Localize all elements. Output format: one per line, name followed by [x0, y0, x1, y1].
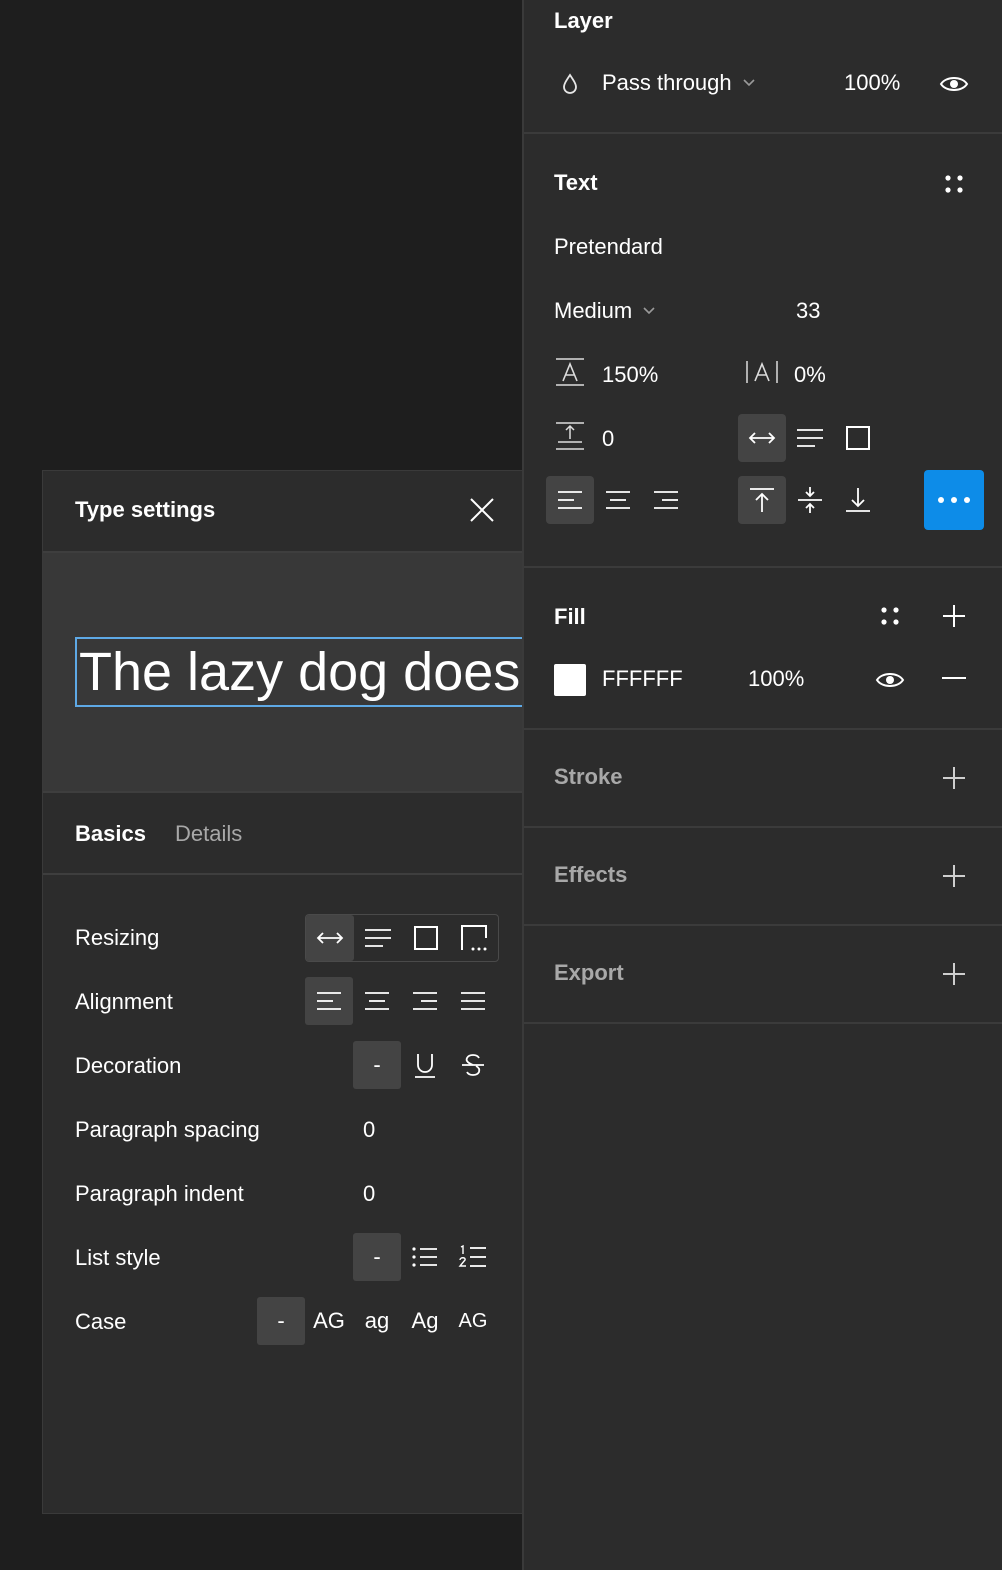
paragraph-spacing-input[interactable]: 0	[602, 426, 614, 452]
case-segmented: - AG ag Ag AG	[257, 1297, 499, 1345]
stroke-section: Stroke	[524, 730, 1002, 828]
align-bottom-button[interactable]	[834, 476, 882, 524]
effects-title: Effects	[554, 862, 628, 887]
blend-mode-value: Pass through	[602, 70, 732, 95]
eye-icon[interactable]	[874, 666, 906, 694]
case-label: Case	[75, 1309, 127, 1334]
auto-height-button[interactable]	[354, 915, 402, 961]
fill-color-swatch[interactable]	[554, 664, 586, 696]
font-weight-value: Medium	[554, 298, 633, 323]
text-styles-icon[interactable]	[942, 172, 966, 196]
chevron-down-icon	[642, 306, 656, 316]
paragraph-spacing-input[interactable]: 0	[363, 1117, 375, 1143]
text-preview-area: The lazy dog doesn't jump	[43, 551, 522, 793]
add-export-icon[interactable]	[942, 962, 966, 986]
fill-section: Fill FFFFFF 100%	[524, 568, 1002, 730]
fill-title: Fill	[554, 604, 586, 629]
list-style-label: List style	[75, 1245, 161, 1270]
alignment-label: Alignment	[75, 989, 173, 1014]
auto-width-button[interactable]	[306, 915, 354, 961]
align-middle-button[interactable]	[786, 476, 834, 524]
chevron-down-icon	[742, 78, 756, 88]
paragraph-indent-input[interactable]: 0	[363, 1181, 375, 1207]
layer-section: Layer Pass through 100%	[524, 0, 1002, 134]
line-height-icon	[554, 356, 586, 388]
type-settings-modal: Type settings The lazy dog doesn't jump …	[42, 470, 522, 1514]
alignment-segmented	[305, 977, 499, 1025]
case-lower-button[interactable]: ag	[353, 1297, 401, 1345]
type-settings-button[interactable]	[924, 470, 984, 530]
fixed-size-button[interactable]	[834, 414, 882, 462]
font-family-dropdown[interactable]: Pretendard	[554, 234, 663, 260]
align-left-button[interactable]	[546, 476, 594, 524]
font-weight-dropdown[interactable]: Medium	[554, 298, 656, 324]
export-section: Export	[524, 926, 1002, 1024]
decoration-label: Decoration	[75, 1053, 182, 1078]
tab-basics[interactable]: Basics	[75, 821, 146, 847]
resizing-label: Resizing	[75, 925, 160, 950]
line-height-input[interactable]: 150%	[602, 362, 658, 388]
letter-spacing-input[interactable]: 0%	[794, 362, 826, 388]
numbered-list-button[interactable]	[449, 1233, 497, 1281]
align-justify-button[interactable]	[449, 977, 497, 1025]
fill-hex-input[interactable]: FFFFFF	[602, 666, 683, 692]
fixed-size-button[interactable]	[402, 915, 450, 961]
add-stroke-icon[interactable]	[942, 766, 966, 790]
decoration-none-button[interactable]: -	[353, 1041, 401, 1089]
list-none-button[interactable]: -	[353, 1233, 401, 1281]
export-title: Export	[554, 960, 624, 985]
list-style-segmented: -	[353, 1233, 499, 1281]
bulleted-list-button[interactable]	[401, 1233, 449, 1281]
underline-button[interactable]	[401, 1041, 449, 1089]
eye-icon[interactable]	[938, 70, 970, 98]
remove-fill-icon[interactable]	[942, 676, 966, 680]
text-preview[interactable]: The lazy dog doesn't jump	[75, 637, 522, 707]
align-top-button[interactable]	[738, 476, 786, 524]
align-center-button[interactable]	[594, 476, 642, 524]
add-fill-icon[interactable]	[942, 604, 966, 628]
auto-height-button[interactable]	[786, 414, 834, 462]
text-section: Text Pretendard Medium 33 150% 0% 0	[524, 134, 1002, 568]
blend-mode-dropdown[interactable]: Pass through	[602, 70, 756, 96]
letter-spacing-icon	[744, 356, 780, 388]
type-settings-tabs: Basics Details	[43, 793, 522, 875]
case-none-button[interactable]: -	[257, 1297, 305, 1345]
blend-mode-icon	[560, 72, 580, 96]
type-settings-title: Type settings	[75, 497, 216, 522]
case-upper-button[interactable]: AG	[305, 1297, 353, 1345]
auto-width-button[interactable]	[738, 414, 786, 462]
layer-title: Layer	[554, 8, 613, 33]
close-icon[interactable]	[469, 497, 495, 523]
align-right-button[interactable]	[642, 476, 690, 524]
tab-details[interactable]: Details	[175, 821, 242, 847]
paragraph-spacing-label: Paragraph spacing	[75, 1117, 260, 1142]
align-right-button[interactable]	[401, 977, 449, 1025]
decoration-segmented: -	[353, 1041, 499, 1089]
fill-opacity-input[interactable]: 100%	[748, 666, 804, 692]
align-center-button[interactable]	[353, 977, 401, 1025]
layer-opacity-input[interactable]: 100%	[844, 70, 900, 96]
paragraph-spacing-icon	[554, 420, 586, 452]
truncate-text-button[interactable]	[450, 915, 498, 961]
properties-panel: Layer Pass through 100% Text Pretendard …	[522, 0, 1002, 1570]
effects-section: Effects	[524, 828, 1002, 926]
case-small-caps-button[interactable]: AG	[449, 1297, 497, 1345]
add-effect-icon[interactable]	[942, 864, 966, 888]
font-size-input[interactable]: 33	[796, 298, 820, 324]
resizing-segmented	[305, 914, 499, 962]
strikethrough-button[interactable]	[449, 1041, 497, 1089]
text-title: Text	[554, 170, 598, 195]
fill-styles-icon[interactable]	[878, 604, 902, 628]
paragraph-indent-label: Paragraph indent	[75, 1181, 244, 1206]
stroke-title: Stroke	[554, 764, 623, 789]
case-title-button[interactable]: Ag	[401, 1297, 449, 1345]
align-left-button[interactable]	[305, 977, 353, 1025]
